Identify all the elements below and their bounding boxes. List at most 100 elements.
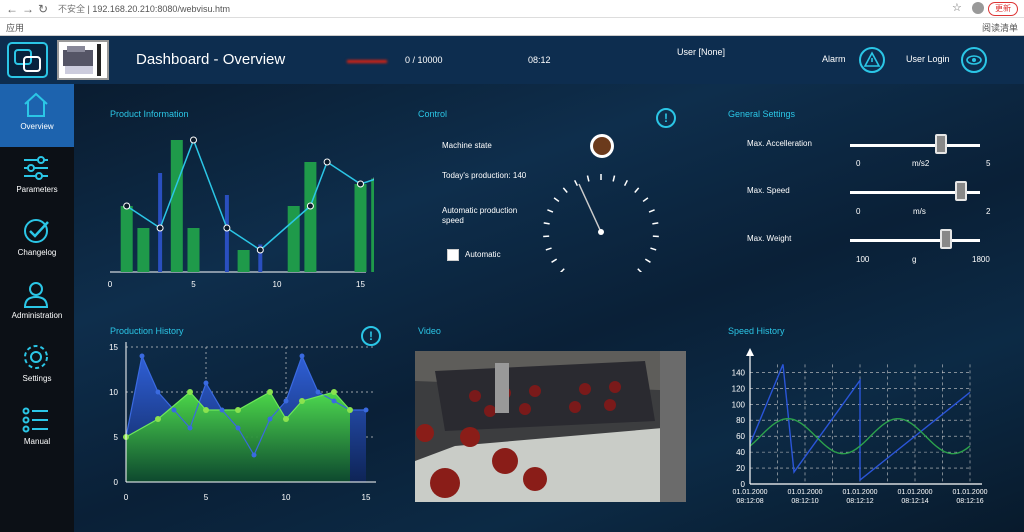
gauge-tick: [650, 247, 657, 251]
y-tick-label: 60: [736, 432, 745, 441]
sidebar: Overview Parameters Changelog Administra…: [0, 84, 74, 532]
green-bar: [137, 228, 150, 272]
x-tick-date: 01.01.2000: [787, 489, 823, 496]
gauge-needle: [578, 183, 602, 233]
warning-icon: [863, 51, 881, 67]
general-settings-title: General Settings: [728, 109, 796, 119]
accel-slider-thumb[interactable]: [935, 134, 947, 154]
green-bar: [354, 184, 367, 272]
y-tick-label: 120: [732, 384, 746, 393]
app-logo: [7, 42, 48, 78]
blue-point: [251, 452, 257, 458]
accel-min: 0: [856, 159, 861, 168]
accel-label: Max. Accelleration: [747, 139, 812, 148]
speed-unit: m/s: [913, 207, 926, 216]
automatic-checkbox[interactable]: [447, 249, 459, 261]
sidebar-item-overview[interactable]: Overview: [0, 84, 74, 147]
insecure-label: 不安全: [58, 4, 86, 14]
home-icon: [24, 92, 48, 117]
green-bar: [237, 250, 250, 272]
bookmark-star-icon[interactable]: ☆: [952, 1, 962, 14]
back-arrow-icon[interactable]: ←: [6, 2, 18, 16]
machine-state-label: Machine state: [442, 141, 492, 150]
address-bar[interactable]: 不安全 | 192.168.20.210:8080/webvisu.htm: [58, 2, 230, 16]
data-point: [223, 224, 231, 232]
production-history-title: Production History: [110, 326, 184, 336]
video-feed[interactable]: [415, 351, 686, 502]
url-text: 192.168.20.210:8080/webvisu.htm: [92, 4, 230, 14]
eye-icon: [966, 55, 982, 65]
gauge-hub: [598, 229, 604, 235]
data-point: [156, 224, 164, 232]
green-bar: [304, 162, 317, 272]
y-tick-label: 0: [741, 480, 746, 489]
reload-icon[interactable]: ↻: [38, 2, 48, 16]
accel-slider-track[interactable]: [850, 144, 980, 147]
logo-icon: [14, 49, 41, 72]
current-user: User [None]: [677, 47, 726, 57]
blue-point: [331, 398, 337, 404]
sidebar-item-administration[interactable]: Administration: [0, 273, 74, 336]
x-tick-label: 0: [124, 493, 129, 502]
blue-point: [219, 407, 225, 413]
weight-unit: g: [912, 255, 917, 264]
x-tick-label: 10: [273, 280, 282, 289]
todays-production: Today's production: 140: [442, 171, 527, 180]
x-tick-label: 15: [356, 280, 365, 289]
green-point: [267, 389, 273, 395]
green-point: [235, 407, 241, 413]
weight-slider-track[interactable]: [850, 239, 980, 242]
x-tick-label: 15: [362, 493, 371, 502]
x-tick-label: 5: [204, 493, 209, 502]
weight-slider-thumb[interactable]: [940, 229, 953, 249]
update-button[interactable]: 更新: [988, 2, 1018, 16]
data-point: [306, 202, 314, 210]
production-counter: 0 / 10000: [405, 55, 443, 65]
gauge-tick: [642, 197, 649, 203]
gauge-tick: [634, 187, 640, 193]
sidebar-item-label: Settings: [22, 374, 52, 383]
speed-min: 0: [856, 207, 861, 216]
browser-chrome: ← → ↻ 不安全 | 192.168.20.210:8080/webvisu.…: [0, 0, 1024, 36]
green-point: [347, 407, 353, 413]
user-login-label: User Login: [906, 54, 950, 64]
speed-label-line2: speed: [442, 216, 464, 225]
profile-avatar[interactable]: [972, 2, 984, 14]
sidebar-item-changelog[interactable]: Changelog: [0, 210, 74, 273]
reading-list-button[interactable]: 阅读清单: [982, 21, 1018, 34]
apps-bookmark[interactable]: 应用: [6, 21, 24, 34]
speed-history-title: Speed History: [728, 326, 785, 336]
x-tick-date: 01.01.2000: [952, 489, 988, 496]
video-title: Video: [418, 326, 441, 336]
sidebar-item-settings[interactable]: Settings: [0, 336, 74, 399]
x-tick-date: 01.01.2000: [732, 489, 768, 496]
gauge-tick: [547, 209, 554, 213]
gauge-tick: [623, 179, 628, 187]
x-tick-date: 01.01.2000: [842, 489, 878, 496]
control-info-icon[interactable]: !: [656, 108, 676, 128]
automatic-label: Automatic: [465, 250, 501, 259]
x-tick-date: 01.01.2000: [897, 489, 933, 496]
gauge-tick: [648, 209, 655, 213]
forward-arrow-icon[interactable]: →: [22, 2, 34, 16]
blue-point: [363, 407, 369, 413]
sidebar-item-parameters[interactable]: Parameters: [0, 147, 74, 210]
x-tick-label: 10: [282, 493, 291, 502]
speed-gauge: [543, 174, 659, 272]
bookmarks-bar: 应用 阅读清单: [0, 18, 1024, 36]
data-point: [256, 246, 264, 254]
alarm-button[interactable]: [859, 47, 885, 73]
product-info-chart: 0 5 10 15: [108, 136, 374, 289]
green-bar: [170, 140, 183, 272]
gauge-tick: [562, 187, 568, 193]
green-bar: [187, 228, 200, 272]
speed-slider-thumb[interactable]: [954, 181, 967, 201]
gauge-tick: [545, 247, 552, 251]
y-tick-label: 15: [109, 343, 118, 352]
sidebar-item-manual[interactable]: Manual: [0, 399, 74, 462]
status-indicator: ▬▬▬▬: [347, 55, 387, 66]
green-point: [155, 416, 161, 422]
check-circle-icon: [24, 219, 49, 243]
user-login-button[interactable]: [961, 47, 987, 73]
x-tick-time: 08:12:14: [901, 498, 929, 505]
